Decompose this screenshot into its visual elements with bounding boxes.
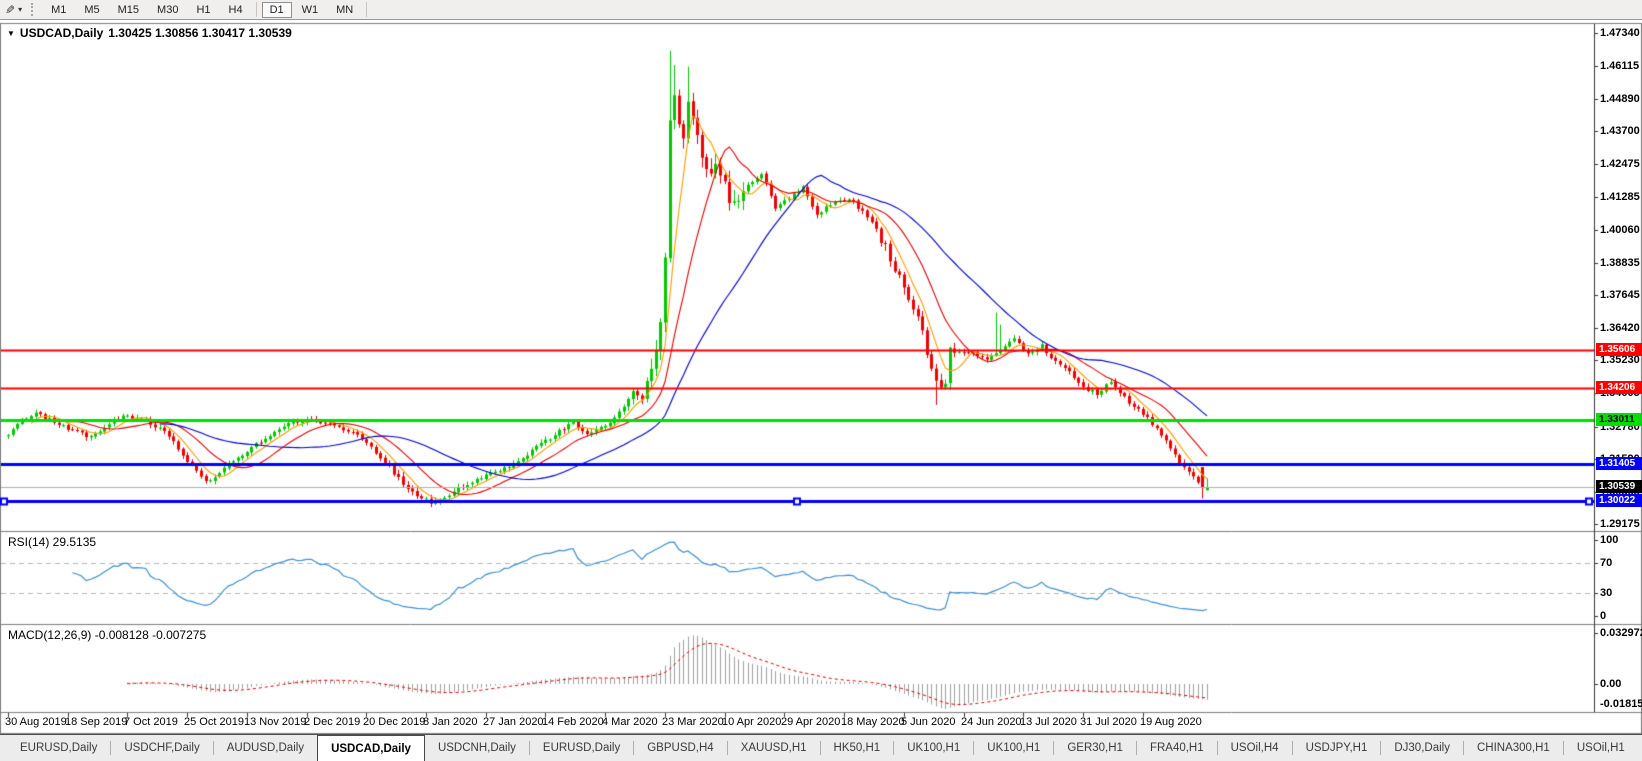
chart-tab-USDCAD-Daily[interactable]: USDCAD,Daily (317, 735, 425, 761)
chart-tab-USOil-H1[interactable]: USOil,H1 (1564, 735, 1638, 761)
chart-tabs: EURUSD,Daily USDCHF,Daily AUDUSD,Daily USDC… (7, 735, 1638, 761)
timeframe-button-H1[interactable]: H1 (188, 2, 218, 18)
toolbar-grip (31, 3, 35, 16)
chart-tab-bar: EURUSD,Daily USDCHF,Daily AUDUSD,Daily USDC… (0, 734, 1642, 761)
timeframe-button-MN[interactable]: MN (328, 2, 361, 18)
timeframe-button-M30[interactable]: M30 (149, 2, 186, 18)
chart-tab-USDCNH-Daily[interactable]: USDCNH,Daily (425, 735, 529, 761)
timeframe-button-M15[interactable]: M15 (110, 2, 147, 18)
timeframe-buttons: M1 M5 M15 M30 H1 H4 D1 W1 MN (42, 1, 371, 18)
chart-tab-AUDUSD-Daily[interactable]: AUDUSD,Daily (214, 735, 317, 761)
chart-tab-UK100-H1[interactable]: UK100,H1 (894, 735, 973, 761)
chart-tab-GER30-H1[interactable]: GER30,H1 (1054, 735, 1136, 761)
tab-scroll-arrows: ◄► (1638, 735, 1642, 761)
timeframe-button-M5[interactable]: M5 (76, 2, 107, 18)
chart-tab-EURUSD-Daily[interactable]: EURUSD,Daily (530, 735, 633, 761)
mt4-terminal-window: ✎ ▾ M1 M5 M15 M30 H1 H4 D1 W1 MN ▼ USDCAD,Daily … (0, 0, 1642, 761)
toolbar-separator (255, 2, 257, 17)
time-axis[interactable] (0, 713, 1594, 733)
chart-tab-USOil-H4[interactable]: USOil,H4 (1218, 735, 1292, 761)
price-chart-canvas[interactable] (0, 21, 1642, 734)
pen-tool-icon[interactable]: ✎ (5, 3, 15, 17)
tool-dropdown-caret-icon[interactable]: ▾ (18, 5, 22, 14)
timeframe-button-W1[interactable]: W1 (294, 2, 327, 18)
chart-tab-GBPUSD-H4[interactable]: GBPUSD,H4 (634, 735, 726, 761)
chart-tab-USDJPY-H1[interactable]: USDJPY,H1 (1293, 735, 1381, 761)
timeframe-toolbar: ✎ ▾ M1 M5 M15 M30 H1 H4 D1 W1 MN (0, 0, 1642, 20)
chart-tab-FRA40-H1[interactable]: FRA40,H1 (1137, 735, 1217, 761)
price-axis[interactable] (1595, 24, 1642, 712)
chart-tab-HK50-H1[interactable]: HK50,H1 (821, 735, 894, 761)
chart-tab-CHINA300-H1[interactable]: CHINA300,H1 (1464, 735, 1563, 761)
chart-tab-EURUSD-Daily[interactable]: EURUSD,Daily (7, 735, 110, 761)
chart-tab-USDCHF-Daily[interactable]: USDCHF,Daily (111, 735, 212, 761)
chart-tab-UK100-H1[interactable]: UK100,H1 (974, 735, 1053, 761)
timeframe-button-H4[interactable]: H4 (221, 2, 251, 18)
timeframe-button-M1[interactable]: M1 (43, 2, 74, 18)
toolbar-separator (366, 2, 368, 17)
timeframe-button-D1[interactable]: D1 (261, 1, 292, 18)
chart-tab-XAUUSD-H1[interactable]: XAUUSD,H1 (728, 735, 820, 761)
chart-tab-DJ30-Daily[interactable]: DJ30,Daily (1381, 735, 1463, 761)
